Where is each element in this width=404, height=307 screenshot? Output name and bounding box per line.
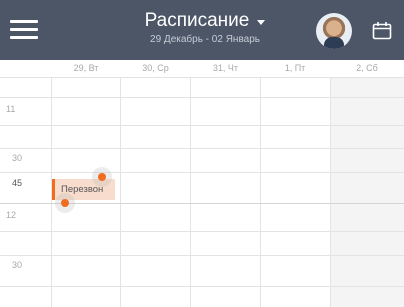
column-divider	[190, 77, 191, 307]
grid-line	[0, 77, 404, 78]
day-header[interactable]: 2, Сб	[330, 60, 404, 78]
day-header[interactable]: 29, Вт	[52, 60, 120, 78]
day-header[interactable]: 30, Ср	[121, 60, 190, 78]
column-divider	[120, 77, 121, 307]
page-title[interactable]: Расписание	[145, 10, 250, 32]
grid-line	[0, 231, 404, 232]
chevron-down-icon[interactable]	[257, 20, 266, 25]
time-label: 11	[6, 104, 16, 114]
column-divider	[260, 77, 261, 307]
calendar-icon[interactable]	[372, 21, 392, 40]
time-label: 30	[12, 260, 23, 270]
time-label: 45	[12, 178, 23, 188]
hamburger-menu-icon[interactable]	[10, 19, 38, 41]
day-header[interactable]: 1, Пт	[261, 60, 329, 78]
grid-line	[0, 125, 404, 126]
avatar[interactable]	[316, 13, 352, 49]
app-header: Расписание 29 Декабрь - 02 Январь	[0, 0, 404, 60]
column-divider	[330, 77, 331, 307]
date-range: 29 Декабрь - 02 Январь	[150, 34, 260, 45]
day-header[interactable]: 31, Чт	[191, 60, 260, 78]
time-label: 30	[12, 153, 23, 163]
grid-line	[0, 255, 404, 256]
grid-line	[0, 97, 404, 98]
calendar-grid: 29, Вт 30, Ср 31, Чт 1, Пт 2, Сб 11 30 4…	[0, 60, 404, 307]
resize-handle-top[interactable]	[92, 167, 112, 187]
view-selector[interactable]: Расписание 29 Декабрь - 02 Январь	[120, 10, 290, 46]
grid-line	[0, 286, 404, 287]
time-label: 12	[6, 210, 17, 220]
weekend-column	[330, 77, 404, 307]
resize-handle-bottom[interactable]	[55, 193, 75, 213]
grid-line	[0, 172, 404, 173]
grid-line	[0, 148, 404, 149]
